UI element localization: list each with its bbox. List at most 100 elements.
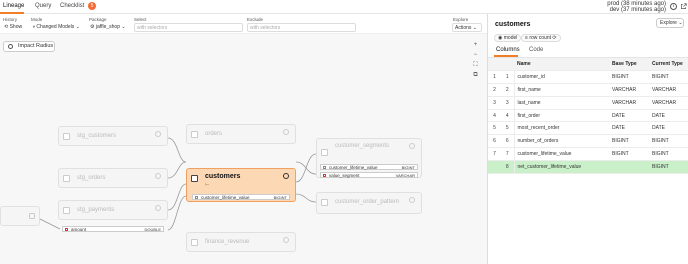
tab-lineage[interactable]: Lineage [3, 3, 24, 9]
chevron-down-icon: ⌄ [678, 20, 683, 26]
node-checkbox[interactable] [63, 175, 70, 182]
node-checkbox[interactable] [191, 175, 198, 182]
zoom-out-button[interactable]: − [472, 52, 479, 59]
row-count-pill[interactable]: ≡ row count ⟳ [521, 34, 561, 42]
current-type: VARCHAR [649, 83, 688, 97]
node-label: orders [205, 131, 223, 137]
row-base-index [488, 160, 501, 174]
select-input[interactable]: with selectors [134, 23, 243, 32]
impact-radius-icon [8, 44, 13, 49]
node-finance-revenue[interactable]: finance_revenue [186, 232, 296, 252]
dev-env-status: dev (37 minutes ago) [609, 7, 666, 13]
table-row[interactable]: 7 7 customer_lifetime_value BIGINT BIGIN… [488, 147, 688, 161]
row-current-index: 4 [501, 109, 515, 123]
pill-model-label: model [503, 35, 518, 41]
node-checkbox[interactable] [191, 131, 198, 138]
current-type: BIGINT [649, 147, 688, 161]
node-label: stg_payments [77, 207, 115, 213]
exclude-input[interactable]: with selectors [247, 23, 356, 32]
node-stg-customers[interactable]: stg_customers [58, 126, 168, 146]
header-index-base [488, 58, 501, 72]
source-icon [29, 213, 35, 219]
model-icon [283, 129, 289, 135]
column-type: BIGINT [273, 195, 287, 200]
actions-select[interactable]: Actions ⌄ [452, 23, 482, 32]
zoom-in-button[interactable]: + [472, 42, 479, 49]
layout-button[interactable]: ⧉ [472, 72, 479, 79]
column-row-segment-clv[interactable]: customer_lifetime_value BIGINT [320, 164, 418, 170]
mode-select[interactable]: ◑ Changed Models ⌄ [30, 23, 82, 32]
tab-columns[interactable]: Columns [496, 47, 520, 53]
base-type: DATE [609, 109, 649, 123]
column-row-customer-lifetime-value[interactable]: customer_lifetime_value BIGINT [192, 194, 290, 200]
table-row-added[interactable]: 8 net_customer_lifetime_value BIGINT [488, 160, 688, 174]
impact-radius-label: Impact Radius [18, 43, 54, 49]
package-select[interactable]: ⚙ jaffle_shop ⌄ [88, 23, 130, 32]
node-checkbox[interactable] [63, 207, 70, 214]
row-current-index: 5 [501, 121, 515, 136]
select-label: Select [134, 17, 147, 22]
table-row[interactable]: 4 4 first_order DATE DATE [488, 109, 688, 123]
lineage-graph-canvas[interactable]: Impact Radius + − ⛶ ⧉ stg_customers stg_… [0, 34, 487, 264]
history-toggle[interactable]: ⟲ Show [2, 23, 26, 32]
column-name: customer_id [514, 70, 609, 85]
node-checkbox[interactable] [191, 239, 198, 246]
chevron-down-icon: ⌄ [75, 24, 80, 30]
tab-checklist[interactable]: Checklist [60, 3, 84, 9]
fit-view-button[interactable]: ⛶ [472, 62, 479, 69]
external-link-icon[interactable] [680, 3, 687, 10]
history-icon: ⟲ [4, 24, 9, 30]
impact-radius-button[interactable]: Impact Radius [3, 41, 55, 52]
node-label: customers [205, 173, 241, 180]
header-current-type: Current Type [649, 58, 688, 72]
table-row[interactable]: 1 1 customer_id BIGINT BIGINT [488, 70, 688, 85]
node-checkbox[interactable] [321, 199, 328, 206]
refresh-icon: ⟳ [552, 35, 557, 41]
row-current-index: 2 [501, 83, 515, 97]
node-stg-orders[interactable]: stg_orders [58, 168, 168, 188]
row-base-index: 6 [488, 134, 501, 149]
table-row[interactable]: 6 6 number_of_orders BIGINT BIGINT [488, 134, 688, 149]
current-type: DATE [649, 121, 688, 136]
mode-value: Changed Models [36, 24, 75, 30]
table-row[interactable]: 5 5 most_recent_order DATE DATE [488, 121, 688, 136]
node-checkbox[interactable] [63, 133, 70, 140]
table-row[interactable]: 2 2 first_name VARCHAR VARCHAR [488, 83, 688, 97]
column-type-icon [323, 174, 326, 177]
node-checkbox[interactable] [321, 149, 328, 156]
info-icon[interactable]: i [670, 3, 677, 10]
node-source-partial[interactable] [0, 206, 40, 226]
model-icon [155, 131, 161, 137]
column-name: first_name [514, 83, 609, 97]
column-row-amount[interactable]: amount DOUBLE [62, 226, 164, 232]
mode-label: Mode [31, 17, 43, 22]
tab-query[interactable]: Query [35, 3, 51, 9]
node-orders[interactable]: orders [186, 124, 296, 144]
base-type: DATE [609, 121, 649, 136]
column-name: customer_lifetime_value [201, 195, 250, 200]
lineage-filter-bar: History ⟲ Show Mode ◑ Changed Models ⌄ P… [0, 14, 487, 34]
history-value: Show [9, 24, 23, 30]
column-name: amount [71, 227, 87, 232]
node-stg-payments[interactable]: stg_payments [58, 200, 168, 220]
header-name: Name [514, 58, 609, 72]
model-detail-panel: customers Explore ⌄ ◉ model ≡ row count … [487, 14, 688, 264]
base-type: BIGINT [609, 147, 649, 161]
row-current-index: 6 [501, 134, 515, 149]
column-type: VARCHAR [395, 173, 415, 178]
tab-code[interactable]: Code [529, 47, 543, 53]
column-name: number_of_orders [514, 134, 609, 149]
column-row-value-segment[interactable]: value_segment VARCHAR [320, 172, 418, 178]
package-label: Package [89, 17, 107, 22]
table-row[interactable]: 3 3 last_name VARCHAR VARCHAR [488, 96, 688, 110]
column-name: customer_lifetime_value [514, 147, 609, 161]
model-icon [155, 173, 161, 179]
explore-button[interactable]: Explore ⌄ [656, 18, 684, 28]
row-current-index: 7 [501, 147, 515, 161]
node-label: stg_orders [77, 175, 106, 181]
model-icon [409, 143, 415, 149]
column-type: DOUBLE [144, 227, 161, 232]
columns-table: Name Base Type Current Type 1 1 customer… [488, 58, 688, 174]
panel-title: customers [495, 21, 531, 28]
node-customer-order-pattern[interactable]: customer_order_pattern [316, 192, 422, 214]
